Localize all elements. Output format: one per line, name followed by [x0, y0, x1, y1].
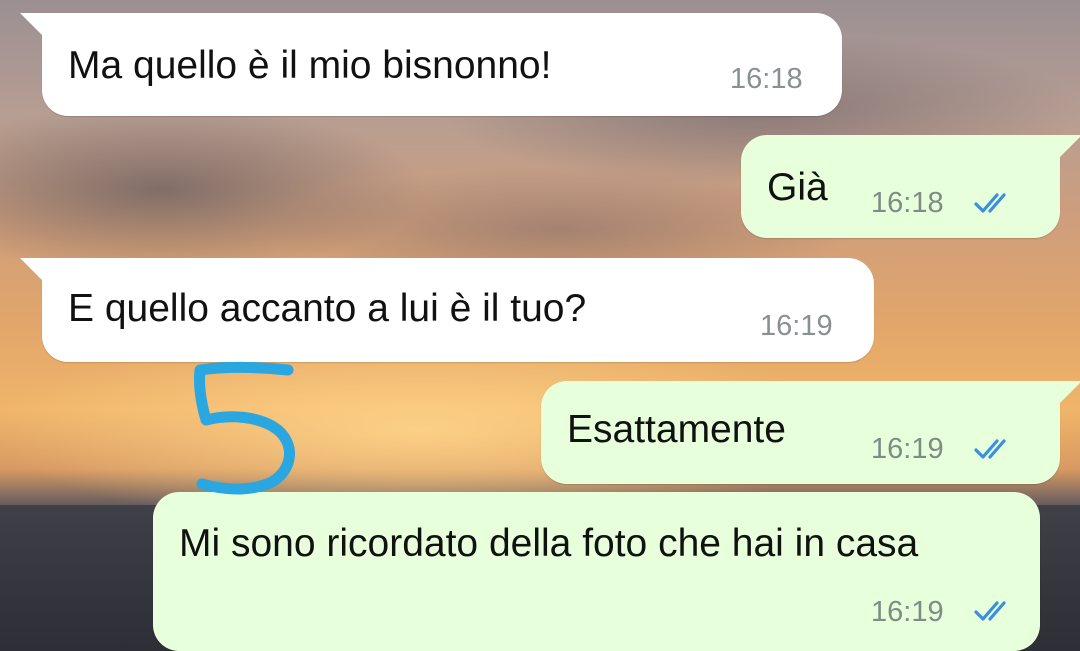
message-bubble-incoming[interactable]: E quello accanto a lui è il tuo? 16:19 [20, 258, 874, 362]
double-check-read-icon [974, 193, 1006, 213]
message-bubble-outgoing[interactable]: Esattamente 16:19 [541, 381, 1080, 484]
double-check-read-icon [974, 601, 1006, 621]
message-timestamp: 16:19 [871, 433, 944, 465]
message-bubble-outgoing[interactable]: Mi sono ricordato della foto che hai in … [153, 492, 1040, 651]
message-bubble-outgoing[interactable]: Già 16:18 [741, 135, 1080, 238]
message-text: Ma quello è il mio bisnonno! [68, 44, 552, 87]
message-timestamp: 16:18 [730, 63, 803, 95]
bubble-tail [1056, 135, 1080, 161]
message-bubble-incoming[interactable]: Ma quello è il mio bisnonno! 16:18 [20, 13, 842, 116]
message-timestamp: 16:18 [871, 187, 944, 219]
message-text: E quello accanto a lui è il tuo? [68, 287, 587, 330]
message-timestamp: 16:19 [871, 596, 944, 628]
message-text: Esattamente [567, 408, 786, 451]
bubble-tail [20, 13, 46, 39]
message-text: Mi sono ricordato della foto che hai in … [179, 522, 919, 565]
message-timestamp: 16:19 [760, 310, 833, 342]
handwritten-five-annotation [194, 361, 295, 495]
chat-background: Ma quello è il mio bisnonno! 16:18 Già 1… [0, 0, 1080, 651]
bubble-tail [1056, 381, 1080, 407]
bubble-tail [20, 258, 46, 284]
double-check-read-icon [974, 439, 1006, 459]
message-text: Già [767, 166, 828, 209]
